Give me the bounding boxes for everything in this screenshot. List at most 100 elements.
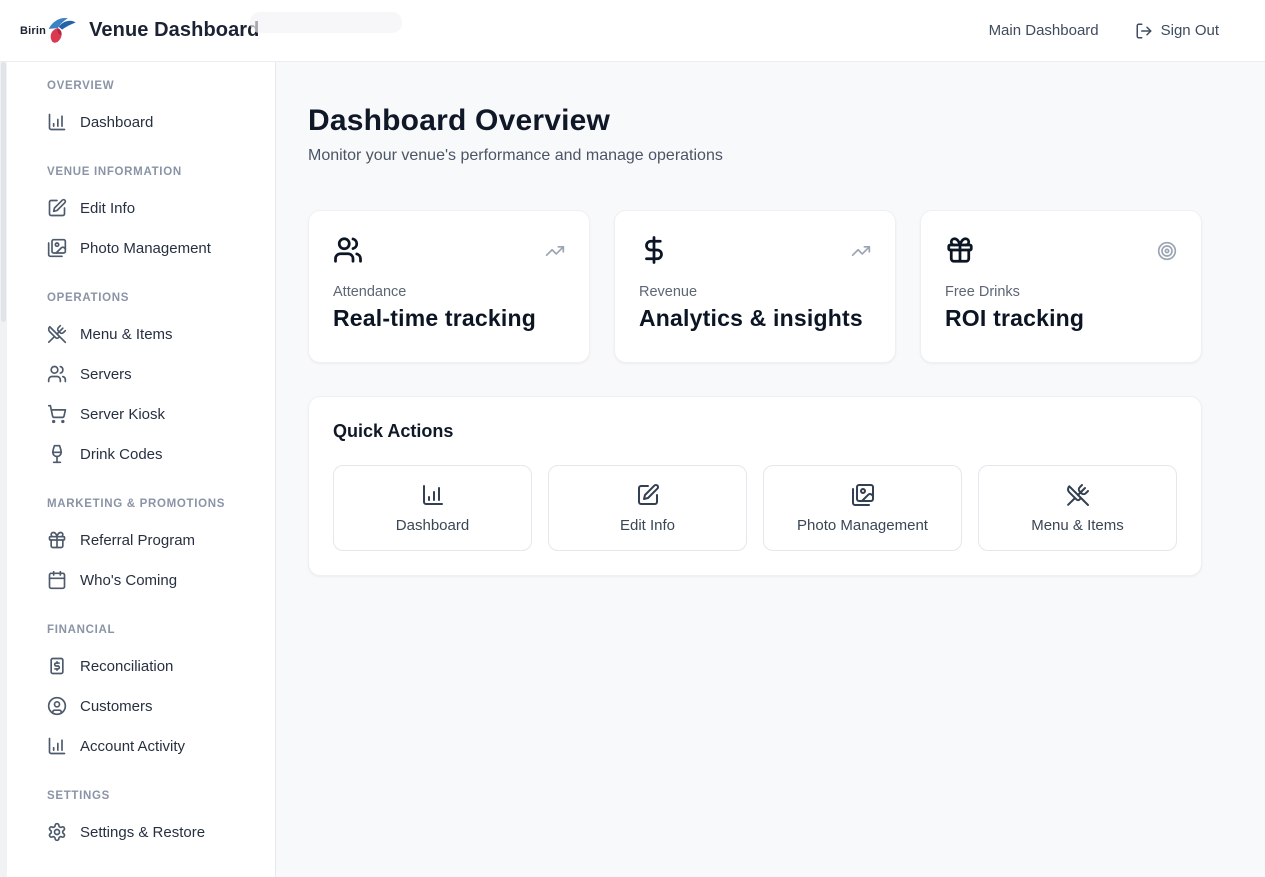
sidebar-section-title: OVERVIEW: [47, 80, 259, 92]
edit-icon: [47, 198, 67, 218]
stat-card-label: Revenue: [639, 284, 871, 300]
log-out-icon: [1135, 22, 1153, 40]
sidebar-item-label: Who's Coming: [80, 572, 177, 589]
sidebar-section: SETTINGS Settings & Restore: [47, 790, 259, 852]
main-dashboard-link[interactable]: Main Dashboard: [989, 22, 1099, 39]
wine-icon: [47, 444, 67, 464]
stat-card-value: ROI tracking: [945, 305, 1177, 332]
sidebar-item-label: Menu & Items: [80, 326, 173, 343]
images-icon: [851, 483, 875, 507]
sidebar-section: OVERVIEW Dashboard: [47, 80, 259, 142]
sidebar-item-label: Reconciliation: [80, 658, 173, 675]
sign-out-button[interactable]: Sign Out: [1135, 22, 1219, 40]
user-circle-icon: [47, 696, 67, 716]
sidebar-item-label: Account Activity: [80, 738, 185, 755]
page-subtitle: Monitor your venue's performance and man…: [308, 147, 1202, 165]
sidebar-section-title: FINANCIAL: [47, 624, 259, 636]
sign-out-label: Sign Out: [1161, 22, 1219, 39]
sidebar-scrollbar[interactable]: [0, 62, 7, 877]
receipt-icon: [47, 656, 67, 676]
utensils-icon: [47, 324, 67, 344]
page-shell: OVERVIEW Dashboard VENUE INFORMATION Edit I…: [0, 62, 1265, 877]
sidebar-item-reconciliation[interactable]: Reconciliation: [47, 646, 259, 686]
stat-card-revenue: Revenue Analytics & insights: [614, 210, 896, 363]
sidebar-item-referral-program[interactable]: Referral Program: [47, 520, 259, 560]
stat-card-icon-row: [639, 235, 871, 265]
sidebar-item-label: Referral Program: [80, 532, 195, 549]
quick-action-label: Menu & Items: [1031, 517, 1124, 534]
target-icon: [1157, 241, 1177, 261]
users-icon: [47, 364, 67, 384]
sidebar-item-menu-items[interactable]: Menu & Items: [47, 314, 259, 354]
quick-actions-grid: Dashboard Edit Info Photo Management Menu &…: [333, 465, 1177, 551]
gift-icon: [945, 235, 975, 265]
quick-action-dashboard-button[interactable]: Dashboard: [333, 465, 532, 551]
stat-card-label: Attendance: [333, 284, 565, 300]
stat-card-value: Analytics & insights: [639, 305, 871, 332]
sidebar-item-label: Drink Codes: [80, 446, 163, 463]
sidebar: OVERVIEW Dashboard VENUE INFORMATION Edit I…: [0, 62, 276, 877]
sidebar-item-label: Customers: [80, 698, 153, 715]
quick-action-label: Dashboard: [396, 517, 469, 534]
sidebar-item-drink-codes[interactable]: Drink Codes: [47, 434, 259, 474]
quick-action-label: Edit Info: [620, 517, 675, 534]
calendar-icon: [47, 570, 67, 590]
sidebar-section-title: MARKETING & PROMOTIONS: [47, 498, 259, 510]
dollar-icon: [639, 235, 669, 265]
bar-chart-icon: [47, 112, 67, 132]
sidebar-item-label: Settings & Restore: [80, 824, 205, 841]
stat-card-label: Free Drinks: [945, 284, 1177, 300]
top-nav: Main Dashboard Sign Out: [989, 22, 1219, 40]
brand-logo: Birin Venue Dashboard: [20, 16, 260, 46]
gift-icon: [47, 530, 67, 550]
sidebar-section: MARKETING & PROMOTIONS Referral Program Wh…: [47, 498, 259, 600]
sidebar-item-label: Edit Info: [80, 200, 135, 217]
sidebar-item-servers[interactable]: Servers: [47, 354, 259, 394]
sidebar-section-title: OPERATIONS: [47, 292, 259, 304]
quick-action-edit-info-button[interactable]: Edit Info: [548, 465, 747, 551]
sidebar-section-title: VENUE INFORMATION: [47, 166, 259, 178]
bar-chart-icon: [421, 483, 445, 507]
page-title: Dashboard Overview: [308, 104, 1202, 138]
trending-up-icon: [851, 241, 871, 261]
quick-actions-title: Quick Actions: [333, 421, 1177, 442]
top-bar: Birin Venue Dashboard Main Dashboard Sig…: [0, 0, 1265, 62]
sidebar-item-settings-restore[interactable]: Settings & Restore: [47, 812, 259, 852]
sidebar-item-customers[interactable]: Customers: [47, 686, 259, 726]
sidebar-section-title: SETTINGS: [47, 790, 259, 802]
sidebar-item-edit-info[interactable]: Edit Info: [47, 188, 259, 228]
sidebar-item-who-s-coming[interactable]: Who's Coming: [47, 560, 259, 600]
sidebar-item-dashboard[interactable]: Dashboard: [47, 102, 259, 142]
brand-mark: Birin: [20, 16, 77, 46]
sidebar-item-server-kiosk[interactable]: Server Kiosk: [47, 394, 259, 434]
sidebar-section: VENUE INFORMATION Edit Info Photo Manageme…: [47, 166, 259, 268]
sidebar-item-label: Photo Management: [80, 240, 211, 257]
sidebar-item-account-activity[interactable]: Account Activity: [47, 726, 259, 766]
users-icon: [333, 235, 363, 265]
stat-card-grid: Attendance Real-time tracking Revenue Analy…: [308, 210, 1202, 363]
sidebar-section: OPERATIONS Menu & Items Servers Server Kios…: [47, 292, 259, 474]
utensils-icon: [1066, 483, 1090, 507]
cart-icon: [47, 404, 67, 424]
header-placeholder-pill: [250, 12, 402, 33]
sidebar-item-label: Servers: [80, 366, 132, 383]
stat-card-value: Real-time tracking: [333, 305, 565, 332]
quick-action-menu-items-button[interactable]: Menu & Items: [978, 465, 1177, 551]
stat-card-icon-row: [333, 235, 565, 265]
sidebar-item-photo-management[interactable]: Photo Management: [47, 228, 259, 268]
edit-icon: [636, 483, 660, 507]
sidebar-section: FINANCIAL Reconciliation Customers Account …: [47, 624, 259, 766]
quick-action-label: Photo Management: [797, 517, 928, 534]
stat-card-free-drinks: Free Drinks ROI tracking: [920, 210, 1202, 363]
trending-up-icon: [545, 241, 565, 261]
stat-card-attendance: Attendance Real-time tracking: [308, 210, 590, 363]
bar-chart-icon: [47, 736, 67, 756]
app-title: Venue Dashboard: [89, 19, 259, 42]
quick-actions-panel: Quick Actions Dashboard Edit Info Photo Ma…: [308, 396, 1202, 576]
gear-icon: [47, 822, 67, 842]
main-content: Dashboard Overview Monitor your venue's …: [276, 62, 1265, 877]
quick-action-photo-management-button[interactable]: Photo Management: [763, 465, 962, 551]
venue-dashboard-app: Birin Venue Dashboard Main Dashboard Sig…: [0, 0, 1265, 877]
sidebar-item-label: Dashboard: [80, 114, 153, 131]
images-icon: [47, 238, 67, 258]
